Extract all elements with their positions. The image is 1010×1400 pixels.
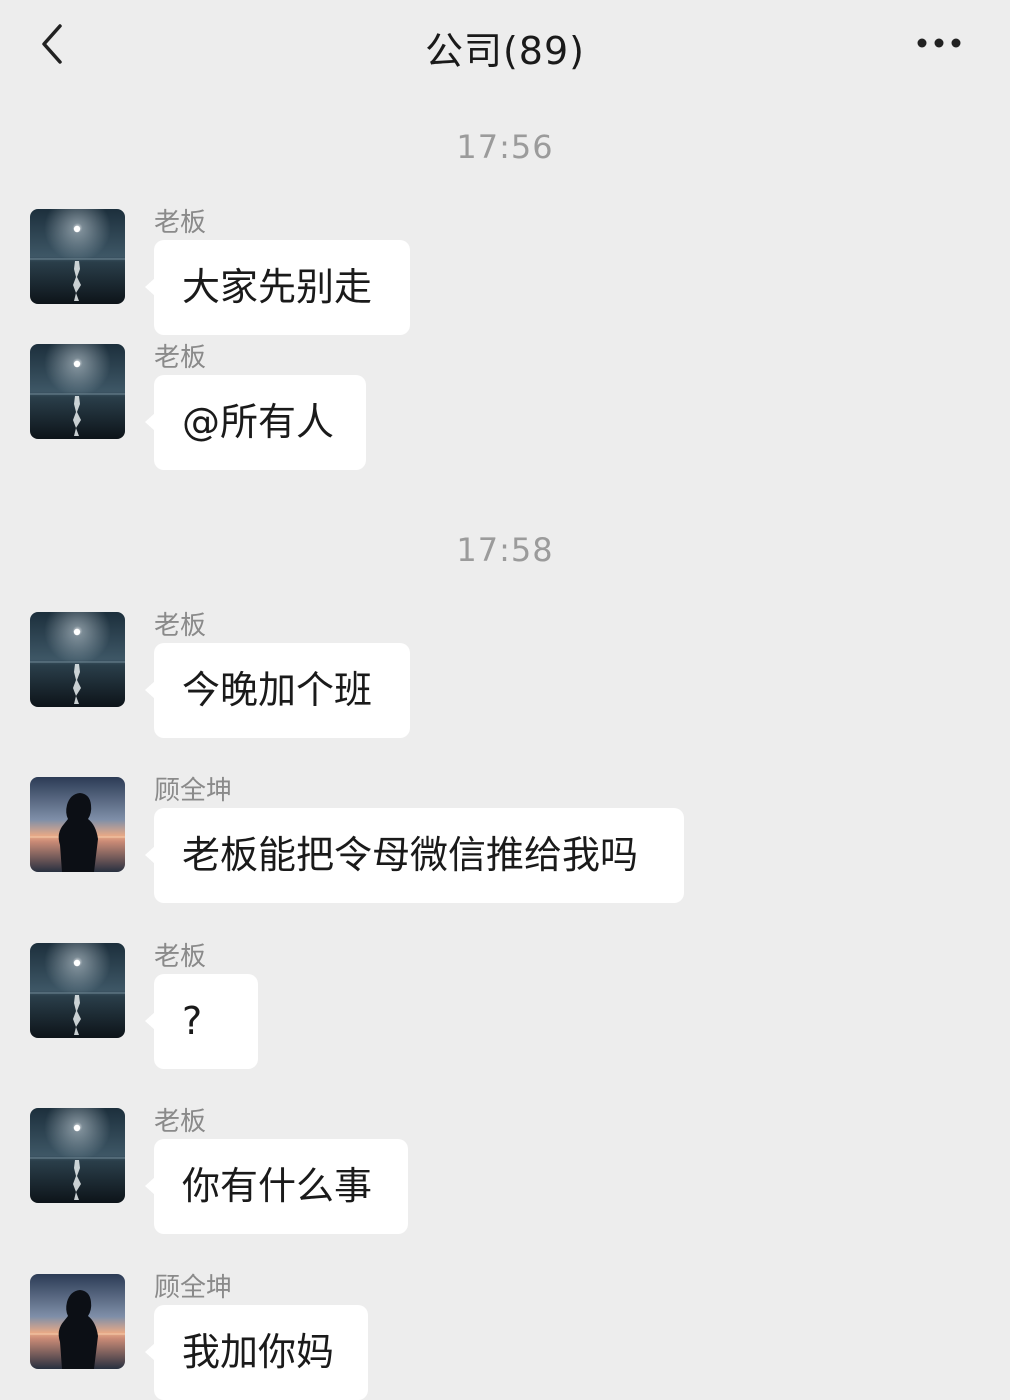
moon-sea-avatar-icon [30,612,125,707]
avatar[interactable] [30,1108,125,1203]
more-options-button[interactable] [912,28,968,58]
sender-name: 老板 [154,1107,207,1137]
avatar[interactable] [30,612,125,707]
moon-sea-avatar-icon [30,943,125,1038]
sender-name: 老板 [154,942,207,972]
message-bubble[interactable]: 你有什么事 [145,1139,408,1234]
message-bubble[interactable]: @所有人 [145,375,366,470]
chat-title: 公司(89) [424,29,585,73]
sender-name: 顾全坤 [154,1273,233,1303]
moon-sea-avatar-icon [30,1108,125,1203]
message-bubble[interactable]: 大家先别走 [145,240,410,335]
message-bubble[interactable]: 今晚加个班 [145,643,410,738]
avatar[interactable] [30,209,125,304]
silhouette-avatar-icon [30,777,125,872]
avatar[interactable] [30,1274,125,1369]
sender-name: 老板 [154,611,207,641]
timestamp: 17:56 [456,128,554,166]
ellipsis-icon [917,38,961,48]
sender-name: 顾全坤 [154,776,233,806]
sender-name: 老板 [154,343,207,373]
timestamp: 17:58 [456,531,554,569]
message-bubble[interactable]: ? [145,974,258,1069]
avatar[interactable] [30,943,125,1038]
message-bubble[interactable]: 我加你妈 [145,1305,368,1400]
avatar[interactable] [30,344,125,439]
sender-name: 老板 [154,208,207,238]
moon-sea-avatar-icon [30,344,125,439]
message-bubble[interactable]: 老板能把令母微信推给我吗 [145,808,684,903]
avatar[interactable] [30,777,125,872]
moon-sea-avatar-icon [30,209,125,304]
chat-header: 公司(89) [0,0,1010,92]
silhouette-avatar-icon [30,1274,125,1369]
